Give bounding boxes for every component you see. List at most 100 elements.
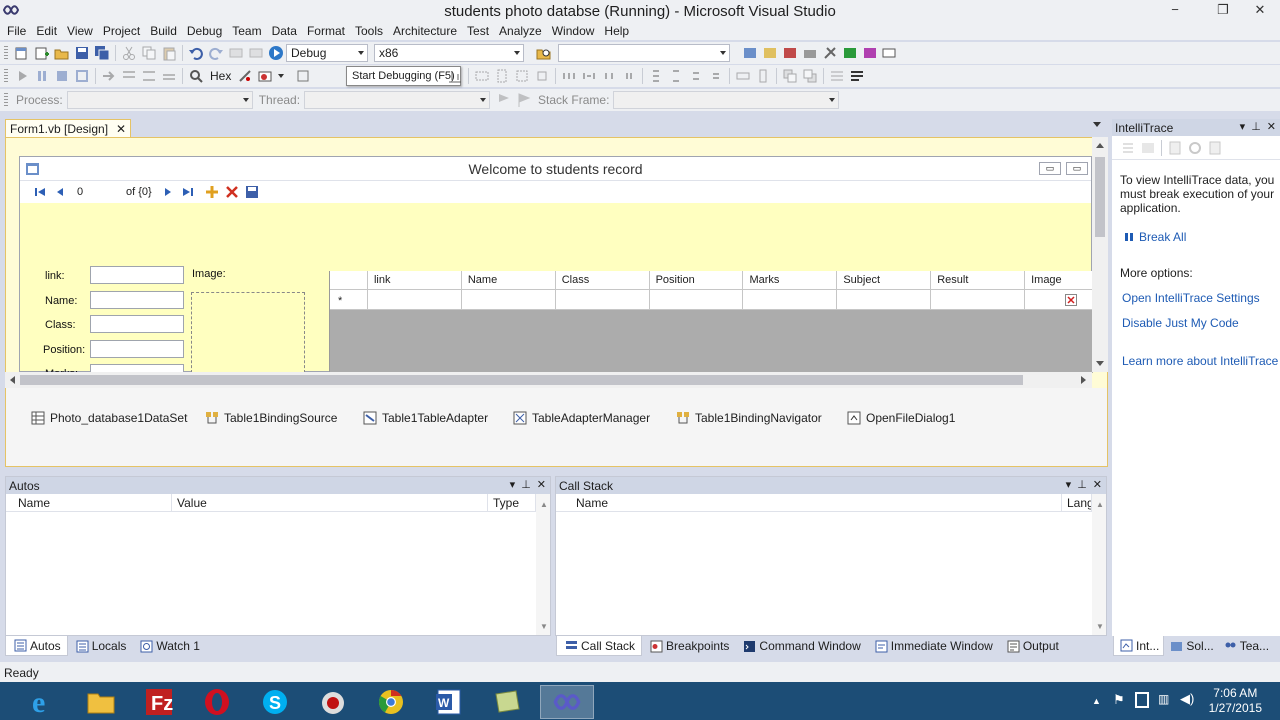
system-clock[interactable]: 7:06 AM 1/27/2015: [1209, 686, 1262, 716]
network-icon[interactable]: ▥: [1158, 692, 1169, 706]
volume-icon[interactable]: ◀): [1180, 691, 1194, 707]
step-out-icon[interactable]: [161, 68, 177, 84]
step-over-icon[interactable]: [141, 68, 157, 84]
extension-manager-icon[interactable]: [822, 45, 838, 61]
tab-call-stack[interactable]: Call Stack: [556, 636, 643, 656]
save-all-icon[interactable]: [94, 45, 110, 61]
breakpoints-window-icon[interactable]: [257, 68, 273, 84]
toggle-breakpoint-icon[interactable]: [237, 68, 253, 84]
action-center-flag-icon[interactable]: ⚑: [1113, 692, 1125, 708]
class-textbox[interactable]: [90, 315, 184, 333]
autos-column-value[interactable]: Value: [172, 494, 488, 512]
form-maximize-button[interactable]: ▭: [1066, 162, 1088, 175]
continue-icon[interactable]: [14, 68, 30, 84]
menu-build[interactable]: Build: [145, 24, 182, 38]
remove-horizontal-spacing-icon[interactable]: [621, 68, 637, 84]
grid-cell[interactable]: [931, 290, 1026, 310]
notes-app-icon[interactable]: [482, 685, 532, 719]
grid-column-result[interactable]: Result: [931, 271, 1026, 290]
auto-hide-pin-icon[interactable]: ⊥: [521, 478, 531, 491]
auto-hide-pin-icon[interactable]: ⊥: [1251, 120, 1261, 133]
save-data-icon[interactable]: [244, 184, 260, 200]
solution-explorer-icon[interactable]: [742, 45, 758, 61]
grid-column-image[interactable]: Image: [1025, 271, 1093, 290]
autos-column-type[interactable]: Type: [488, 494, 536, 512]
tab-output[interactable]: Output: [999, 636, 1065, 656]
grid-cell[interactable]: [555, 290, 650, 310]
properties-window-icon[interactable]: [762, 45, 778, 61]
menu-project[interactable]: Project: [98, 24, 145, 38]
customize-toolbar-icon[interactable]: [882, 45, 898, 61]
solution-platform-dropdown[interactable]: x86: [374, 44, 524, 62]
tab-breakpoints[interactable]: Breakpoints: [642, 636, 735, 656]
make-same-height-icon[interactable]: [494, 68, 510, 84]
visual-studio-taskbar-icon[interactable]: [540, 685, 594, 719]
text-editor-options-icon[interactable]: [849, 68, 865, 84]
grid-column-class[interactable]: Class: [556, 271, 650, 290]
grid-cell[interactable]: [743, 290, 838, 310]
filezilla-icon[interactable]: Fz: [134, 685, 184, 719]
active-files-dropdown-icon[interactable]: [1093, 122, 1101, 127]
grid-column-subject[interactable]: Subject: [837, 271, 932, 290]
move-previous-icon[interactable]: [52, 184, 68, 200]
toolbar-grip[interactable]: [4, 46, 8, 60]
process-dropdown[interactable]: [66, 91, 253, 109]
move-last-icon[interactable]: [180, 184, 196, 200]
grid-new-row[interactable]: *: [330, 290, 1093, 310]
chevron-down-icon[interactable]: [278, 74, 285, 78]
menu-architecture[interactable]: Architecture: [388, 24, 462, 38]
add-new-icon[interactable]: [204, 184, 220, 200]
auto-hide-pin-icon[interactable]: ⊥: [1077, 478, 1087, 491]
menu-tools[interactable]: Tools: [350, 24, 388, 38]
grid-column-position[interactable]: Position: [650, 271, 744, 290]
increase-horizontal-spacing-icon[interactable]: [581, 68, 597, 84]
chrome-icon[interactable]: [366, 685, 416, 719]
redo-icon[interactable]: [208, 45, 224, 61]
menu-file[interactable]: File: [2, 24, 31, 38]
send-to-back-icon[interactable]: [802, 68, 818, 84]
tab-team-explorer[interactable]: Tea...: [1218, 636, 1273, 656]
center-vertically-icon[interactable]: [755, 68, 771, 84]
form1-window[interactable]: Welcome to students record ▭ ▭ 0 of {0} …: [19, 156, 1093, 373]
link-textbox[interactable]: [90, 266, 184, 284]
scroll-left-icon[interactable]: [10, 376, 15, 384]
show-hidden-icons-icon[interactable]: ▲: [1092, 696, 1101, 706]
tray-item-tableadaptermanager[interactable]: TableAdapterManager: [510, 410, 650, 426]
grid-column-link[interactable]: link: [368, 271, 462, 290]
tab-locals[interactable]: Locals: [68, 636, 133, 656]
show-events-icon[interactable]: [1120, 140, 1136, 156]
tab-solution-explorer[interactable]: Sol...: [1164, 636, 1217, 656]
call-stack-vertical-scrollbar[interactable]: ▲ ▼: [1092, 494, 1106, 635]
open-file-icon[interactable]: [54, 45, 70, 61]
start-debugging-icon[interactable]: [268, 45, 284, 61]
paste-icon[interactable]: [161, 45, 177, 61]
object-browser-icon[interactable]: [782, 45, 798, 61]
scroll-down-icon[interactable]: ▼: [540, 622, 548, 631]
scroll-up-icon[interactable]: ▲: [540, 500, 548, 509]
close-panel-icon[interactable]: ✕: [1267, 120, 1276, 133]
window-position-icon[interactable]: ▾: [1066, 478, 1072, 491]
scroll-down-icon[interactable]: [1096, 361, 1104, 366]
show-next-statement-icon[interactable]: [101, 68, 117, 84]
grid-column-marks[interactable]: Marks: [743, 271, 838, 290]
close-panel-icon[interactable]: ✕: [1093, 478, 1102, 491]
menu-test[interactable]: Test: [462, 24, 494, 38]
restore-button[interactable]: ❐: [1208, 0, 1238, 20]
size-to-grid-icon[interactable]: [534, 68, 550, 84]
scroll-down-icon[interactable]: ▼: [1096, 622, 1104, 631]
tab-command-window[interactable]: Command Window: [735, 636, 866, 656]
students-datagridview[interactable]: link Name Class Position Marks Subject R…: [329, 271, 1093, 373]
tab-order-icon[interactable]: [829, 68, 845, 84]
disable-just-my-code-link[interactable]: Disable Just My Code: [1122, 316, 1239, 330]
tray-item-bindingsource[interactable]: Table1BindingSource: [202, 410, 337, 426]
grid-image-cell[interactable]: [1025, 290, 1093, 310]
designer-vertical-scrollbar[interactable]: [1092, 137, 1108, 372]
document-tab-form1-design[interactable]: Form1.vb [Design] ✕: [5, 119, 132, 137]
delete-icon[interactable]: [224, 184, 240, 200]
stack-frame-icon[interactable]: [516, 92, 532, 108]
stop-debugging-icon[interactable]: [54, 68, 70, 84]
scrollbar-thumb[interactable]: [20, 375, 1023, 385]
tab-autos[interactable]: Autos: [5, 636, 68, 656]
file-explorer-icon[interactable]: [76, 685, 126, 719]
close-panel-icon[interactable]: ✕: [537, 478, 546, 491]
